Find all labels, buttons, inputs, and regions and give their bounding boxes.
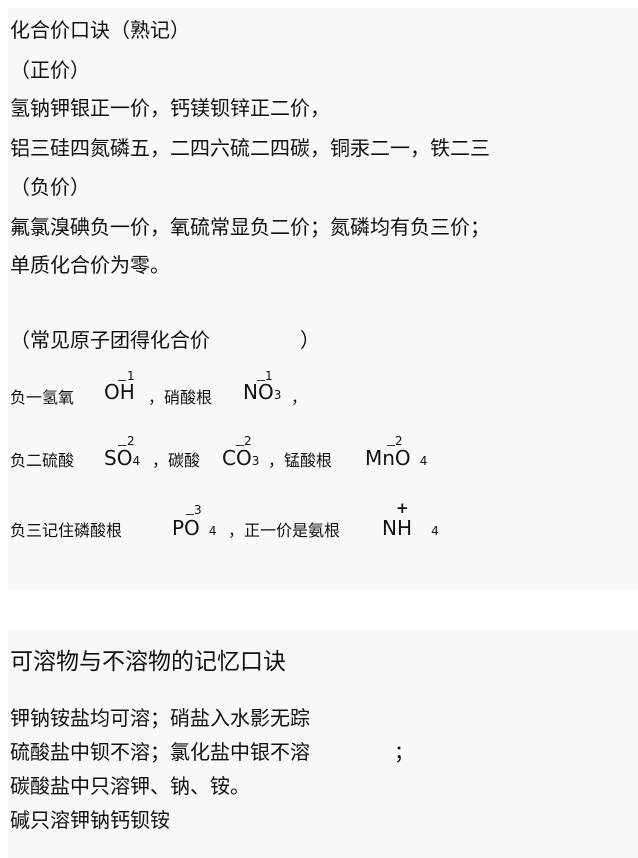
solubility-line-2: 硫酸盐中钡不溶；氯化盐中银不溶 xyxy=(10,740,310,764)
solubility-line-2-end: ； xyxy=(394,740,414,764)
charge-nh4: + xyxy=(396,499,409,517)
row1-mid: ，硝酸根 xyxy=(148,388,213,407)
charge-bar xyxy=(118,445,126,446)
formula-nh4: + NH 4 xyxy=(382,501,439,541)
formula-po4: 3 PO 4 xyxy=(172,504,217,540)
formula-co3-main: CO xyxy=(222,446,252,470)
negative-heading: （负价） xyxy=(10,175,90,199)
charge-no3: 1 xyxy=(265,369,273,383)
row3-label: 负三记住磷酸根 xyxy=(10,521,123,540)
charge-bar xyxy=(257,380,265,381)
formula-mno4-main: MnO xyxy=(365,446,411,470)
negative-line-1: 氟氯溴碘负一价，氧硫常显负二价；氮磷均有负三价； xyxy=(10,215,490,239)
formula-co3: 2 CO3 xyxy=(222,435,260,470)
positive-line-1: 氢钠钾银正一价，钙镁钡锌正二价， xyxy=(10,96,330,120)
charge-co3: 2 xyxy=(244,434,252,448)
group-heading-close: ） xyxy=(300,328,320,352)
charge-oh: 1 xyxy=(127,369,135,383)
formula-oh: 1 OH xyxy=(104,370,135,404)
formula-no3-sub: 3 xyxy=(273,388,282,402)
charge-bar xyxy=(387,445,395,446)
positive-line-2: 铝三硅四氮磷五，二四六硫二四碳，铜汞二一，铁二三 xyxy=(10,136,490,160)
solubility-title: 可溶物与不溶物的记忆口诀 xyxy=(10,649,286,675)
solubility-line-1: 钾钠铵盐均可溶；硝盐入水影无踪 xyxy=(10,706,310,730)
charge-so4: 2 xyxy=(127,434,135,448)
solubility-line-4: 碱只溶钾钠钙钡铵 xyxy=(10,808,170,832)
formula-oh-main: OH xyxy=(104,380,135,404)
element-zero-line: 单质化合价为零。 xyxy=(10,253,170,277)
charge-po4: 3 xyxy=(194,503,202,517)
formula-so4-sub: 4 xyxy=(132,454,141,468)
row2-mid: ，碳酸 xyxy=(152,451,201,470)
formula-mno4-sub: 4 xyxy=(419,454,428,468)
charge-mno4: 2 xyxy=(395,434,403,448)
formula-no3: 1 NO3 xyxy=(243,370,282,404)
group-heading: （常见原子团得化合价 xyxy=(10,328,210,352)
valence-title: 化合价口诀（熟记） xyxy=(10,18,190,42)
formula-co3-sub: 3 xyxy=(251,454,260,468)
formula-so4: 2 SO4 xyxy=(104,435,141,470)
formula-no3-main: NO xyxy=(243,380,274,404)
formula-po4-sub: 4 xyxy=(208,524,217,538)
positive-heading: （正价） xyxy=(10,58,90,82)
solubility-line-3: 碳酸盐中只溶钾、钠、铵。 xyxy=(10,774,250,798)
formula-mno4: 2 MnO 4 xyxy=(365,435,428,470)
row3-mid: ，正一价是氨根 xyxy=(228,521,341,540)
formula-nh4-sub: 4 xyxy=(431,524,439,538)
charge-bar xyxy=(186,514,194,515)
charge-bar xyxy=(236,445,244,446)
formula-nh4-main: NH xyxy=(382,516,412,540)
row1-end: ， xyxy=(291,388,308,407)
row1-label: 负一氢氧 xyxy=(10,388,75,407)
formula-po4-main: PO xyxy=(172,516,200,540)
row2-label: 负二硫酸 xyxy=(10,451,75,470)
charge-bar xyxy=(118,380,126,381)
formula-so4-main: SO xyxy=(104,446,133,470)
row2-mid2: ，锰酸根 xyxy=(268,451,333,470)
